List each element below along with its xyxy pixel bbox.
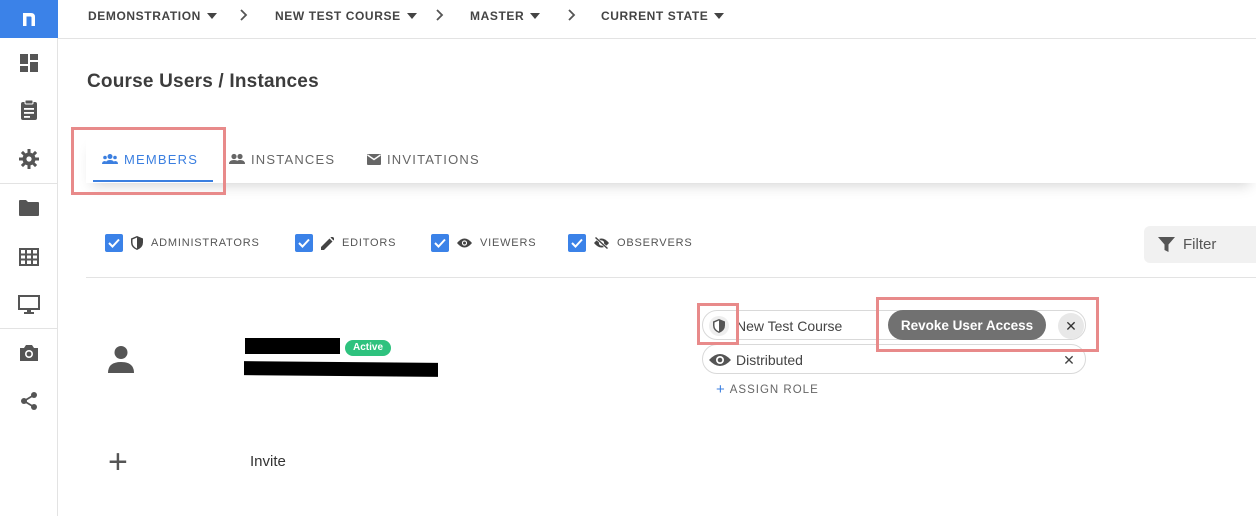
caret-down-icon — [714, 13, 725, 19]
group-icon — [102, 154, 118, 164]
divider — [86, 277, 1256, 278]
caret-down-icon — [406, 13, 417, 19]
breadcrumb-label: CURRENT STATE — [601, 9, 709, 23]
remove-role-icon[interactable]: ✕ — [1059, 350, 1079, 370]
breadcrumb-item-master[interactable]: MASTER — [470, 9, 541, 23]
funnel-icon — [1158, 237, 1175, 252]
tab-label: INVITATIONS — [387, 151, 480, 167]
folder-icon[interactable] — [0, 188, 58, 228]
breadcrumb-label: NEW TEST COURSE — [275, 9, 401, 23]
checkbox-checked-icon[interactable] — [105, 234, 123, 252]
eye-off-icon — [594, 237, 609, 249]
pencil-icon — [321, 236, 334, 250]
left-rail — [0, 0, 58, 516]
user-avatar-icon — [106, 344, 136, 379]
breadcrumb: DEMONSTRATION NEW TEST COURSE MASTER CUR… — [58, 0, 1256, 39]
caret-down-icon — [530, 13, 541, 19]
revoke-user-access-button[interactable]: Revoke User Access — [888, 310, 1046, 340]
filter-label: Filter — [1183, 236, 1217, 253]
eye-icon — [709, 350, 731, 375]
checkbox-checked-icon[interactable] — [295, 234, 313, 252]
filter-viewers[interactable]: VIEWERS — [431, 233, 536, 253]
tabs-bar: MEMBERS INSTANCES INVITATIONS — [86, 135, 1256, 183]
filter-administrators[interactable]: ADMINISTRATORS — [105, 233, 260, 253]
clipboard-icon[interactable] — [0, 90, 58, 130]
tab-label: INSTANCES — [251, 151, 336, 167]
breadcrumb-label: DEMONSTRATION — [88, 9, 201, 23]
rail-divider — [0, 328, 58, 329]
active-tab-indicator — [93, 180, 213, 182]
filter-button[interactable]: Filter — [1144, 226, 1256, 263]
breadcrumb-item-demonstration[interactable]: DEMONSTRATION — [88, 9, 217, 23]
checkbox-checked-icon[interactable] — [568, 234, 586, 252]
table-icon[interactable] — [0, 237, 58, 277]
camera-icon[interactable] — [0, 333, 58, 373]
eye-icon — [457, 238, 472, 248]
caret-down-icon — [206, 13, 217, 19]
status-badge: Active — [345, 340, 392, 356]
tab-members[interactable]: MEMBERS — [102, 135, 198, 183]
invite-link[interactable]: Invite — [250, 453, 286, 470]
breadcrumb-item-course[interactable]: NEW TEST COURSE — [275, 9, 417, 23]
filter-label: OBSERVERS — [617, 237, 693, 249]
filter-label: VIEWERS — [480, 237, 537, 249]
settings-gear-icon[interactable] — [0, 139, 58, 179]
share-icon[interactable] — [0, 381, 58, 421]
chevron-right-icon — [240, 9, 248, 21]
role-chip-label: New Test Course — [736, 318, 843, 334]
role-chip-distributed[interactable]: Distributed ✕ — [702, 344, 1086, 374]
tab-invitations[interactable]: INVITATIONS — [367, 135, 480, 183]
breadcrumb-label: MASTER — [470, 9, 525, 23]
filter-label: ADMINISTRATORS — [151, 237, 260, 249]
add-invite-icon[interactable]: + — [108, 445, 128, 479]
app-logo[interactable] — [0, 0, 58, 38]
assign-role-button[interactable]: + ASSIGN ROLE — [716, 381, 819, 398]
page-title: Course Users / Instances — [87, 71, 319, 92]
dashboard-icon[interactable] — [0, 43, 58, 83]
redacted-name — [245, 338, 340, 354]
filter-label: EDITORS — [342, 237, 397, 249]
rail-divider — [0, 183, 58, 184]
checkbox-checked-icon[interactable] — [431, 234, 449, 252]
tab-instances[interactable]: INSTANCES — [229, 135, 335, 183]
filter-observers[interactable]: OBSERVERS — [568, 233, 692, 253]
monitor-icon[interactable] — [0, 285, 58, 325]
redacted-email — [244, 361, 438, 377]
mail-icon — [367, 153, 381, 165]
assign-role-label: ASSIGN ROLE — [729, 384, 819, 396]
chevron-right-icon — [436, 9, 444, 21]
shield-icon — [131, 236, 143, 250]
people-icon — [229, 153, 245, 164]
plus-icon: + — [716, 381, 726, 398]
shield-icon — [709, 316, 729, 341]
close-icon[interactable]: ✕ — [1058, 313, 1084, 339]
tab-label: MEMBERS — [124, 151, 199, 167]
breadcrumb-item-current-state[interactable]: CURRENT STATE — [601, 9, 725, 23]
filter-editors[interactable]: EDITORS — [295, 233, 396, 253]
chevron-right-icon — [568, 9, 576, 21]
role-chip-label: Distributed — [736, 352, 803, 368]
